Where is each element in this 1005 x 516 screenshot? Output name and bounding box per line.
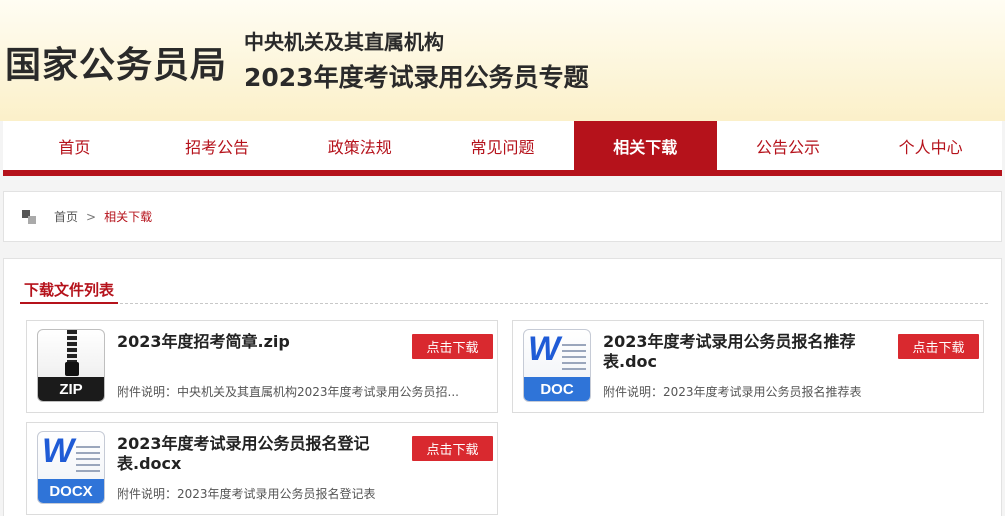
breadcrumb-current: 相关下载 [104,210,153,224]
file-card: ZIP 2023年度招考简章.zip 附件说明：中央机关及其直属机构2023年度… [26,320,498,413]
zip-file-icon: ZIP [37,329,105,402]
file-title[interactable]: 2023年度考试录用公务员报名登记表.docx [117,434,397,474]
file-card: W DOC 2023年度考试录用公务员报名推荐表.doc 附件说明：2023年度… [512,320,984,413]
file-title[interactable]: 2023年度考试录用公务员报名推荐表.doc [603,332,883,372]
file-title[interactable]: 2023年度招考简章.zip [117,332,397,352]
download-button[interactable]: 点击下载 [412,334,493,359]
nav-item-personal-center[interactable]: 个人中心 [859,121,1002,170]
nav-item-home[interactable]: 首页 [3,121,146,170]
site-header: 国家公务员局 中央机关及其直属机构 2023年度考试录用公务员专题 [0,0,1005,121]
location-icon [22,209,36,224]
word-docx-icon: W DOCX [37,431,105,504]
main-nav: 首页 招考公告 政策法规 常见问题 相关下载 公告公示 个人中心 [3,121,1002,176]
download-button[interactable]: 点击下载 [898,334,979,359]
site-brand-logo[interactable]: 国家公务员局 [5,36,227,88]
breadcrumb-home-link[interactable]: 首页 [54,208,78,225]
section-header: 下载文件列表 [20,279,988,304]
header-subtitle-topic: 2023年度考试录用公务员专题 [244,63,589,92]
nav-item-downloads[interactable]: 相关下载 [573,121,717,170]
icon-label: DOC [524,377,590,401]
header-subtitle-org: 中央机关及其直属机构 [244,30,444,54]
breadcrumb: 首页 > 相关下载 [3,191,1002,242]
file-description: 附件说明：2023年度考试录用公务员报名推荐表 [603,385,862,399]
nav-item-recruitment-notice[interactable]: 招考公告 [146,121,289,170]
file-description: 附件说明：2023年度考试录用公务员报名登记表 [117,487,376,501]
nav-item-policies[interactable]: 政策法规 [288,121,431,170]
section-title: 下载文件列表 [20,279,119,304]
breadcrumb-separator: > [86,209,97,224]
nav-item-announcements[interactable]: 公告公示 [717,121,860,170]
word-doc-icon: W DOC [523,329,591,402]
nav-item-faq[interactable]: 常见问题 [431,121,574,170]
download-panel: 下载文件列表 ZIP 2023年度招考简章.zip 附件说明：中央机关及其直属机… [3,258,1002,516]
file-description: 附件说明：中央机关及其直属机构2023年度考试录用公务员招... [117,385,459,399]
file-card: W DOCX 2023年度考试录用公务员报名登记表.docx 附件说明：2023… [26,422,498,515]
icon-label: DOCX [38,479,104,503]
download-button[interactable]: 点击下载 [412,436,493,461]
icon-label: ZIP [38,377,104,401]
